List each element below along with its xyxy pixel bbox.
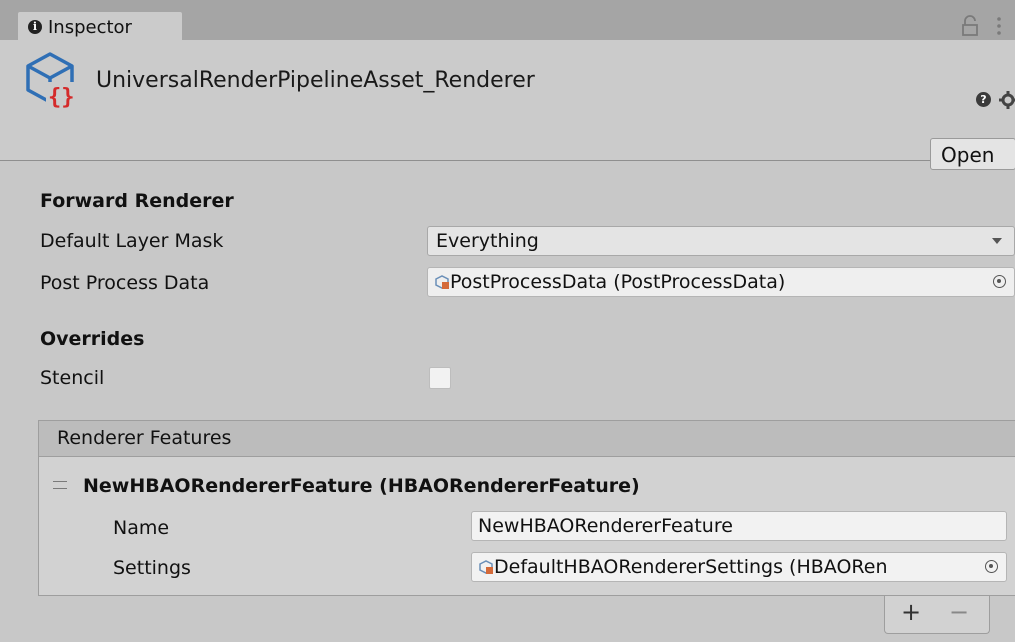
post-process-data-field[interactable]: PostProcessData (PostProcessData) [427, 267, 1015, 297]
feature-settings-value: DefaultHBAORendererSettings (HBAORen [494, 556, 888, 578]
scriptable-object-icon [435, 275, 449, 289]
tab-label: Inspector [48, 16, 132, 38]
feature-settings-field[interactable]: DefaultHBAORendererSettings (HBAORen [471, 552, 1007, 582]
svg-text:{}: {} [48, 85, 75, 110]
forward-renderer-heading: Forward Renderer [40, 190, 234, 212]
object-picker-icon[interactable] [993, 275, 1006, 288]
default-layer-mask-dropdown[interactable]: Everything [427, 226, 1015, 256]
inspector-header: {} UniversalRenderPipelineAsset_Renderer… [0, 40, 1015, 170]
stencil-label: Stencil [40, 367, 105, 389]
kebab-menu-icon[interactable] [996, 16, 1002, 36]
renderer-asset-icon: {} [26, 52, 82, 110]
scriptable-object-icon [479, 560, 493, 574]
renderer-features-header: Renderer Features [39, 421, 1015, 457]
feature-name-label: Name [113, 517, 170, 539]
feature-title[interactable]: NewHBAORendererFeature (HBAORendererFeat… [83, 475, 640, 497]
default-layer-mask-label: Default Layer Mask [40, 230, 224, 252]
info-icon: i [28, 20, 42, 34]
stencil-checkbox[interactable] [429, 367, 451, 389]
help-icon[interactable]: ? [976, 92, 991, 107]
tab-inspector[interactable]: i Inspector [18, 12, 182, 42]
feature-name-input[interactable]: NewHBAORendererFeature [471, 511, 1007, 541]
default-layer-mask-value: Everything [436, 230, 539, 252]
renderer-features-list: Renderer Features NewHBAORendererFeature… [38, 420, 1015, 596]
chevron-down-icon [992, 238, 1002, 244]
overrides-heading: Overrides [40, 328, 145, 350]
list-controls: + − [884, 596, 990, 634]
post-process-data-value: PostProcessData (PostProcessData) [450, 271, 786, 293]
renderer-features-title: Renderer Features [57, 427, 232, 449]
object-picker-icon[interactable] [985, 560, 998, 573]
add-feature-button[interactable]: + [901, 598, 921, 626]
feature-settings-label: Settings [113, 557, 191, 579]
lock-icon[interactable] [960, 15, 980, 37]
post-process-data-label: Post Process Data [40, 272, 210, 294]
drag-handle-icon[interactable] [53, 481, 67, 489]
open-button[interactable]: Open [930, 138, 1015, 170]
remove-feature-button[interactable]: − [949, 598, 969, 626]
tab-bar: i Inspector [0, 0, 1015, 42]
gear-icon[interactable] [999, 91, 1015, 109]
asset-title: UniversalRenderPipelineAsset_Renderer [96, 68, 535, 93]
